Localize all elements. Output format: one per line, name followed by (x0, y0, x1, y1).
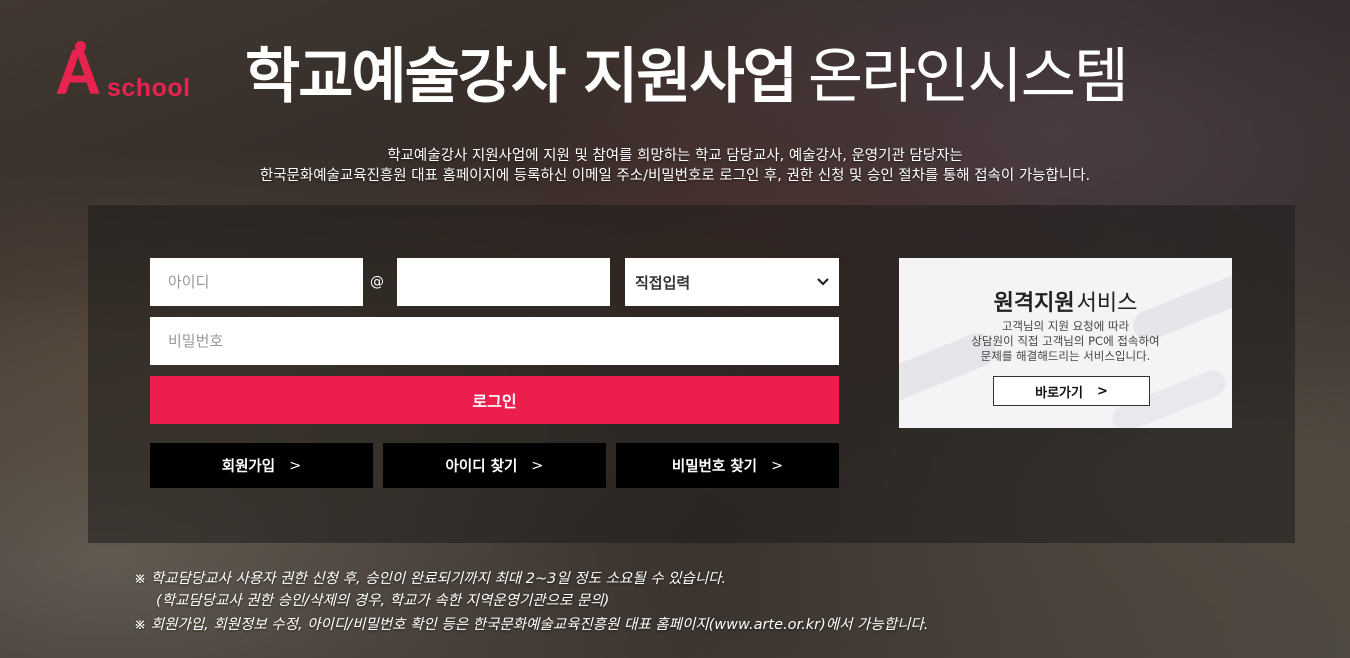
chevron-right-icon: > (770, 457, 784, 474)
join-button-label: 회원가입 (221, 459, 276, 475)
aschool-logo[interactable]: A school (55, 37, 225, 107)
password-input[interactable] (150, 317, 839, 365)
remote-support-go-label: 바로가기 (1035, 385, 1083, 401)
find-id-button[interactable]: 아이디 찾기 > (383, 443, 606, 488)
remote-title-bold: 원격지원 (993, 291, 1075, 316)
id-input[interactable] (150, 258, 363, 306)
join-button[interactable]: 회원가입 > (150, 443, 373, 488)
remote-desc-line-1: 고객님의 지원 요청에 따라 (1001, 319, 1130, 333)
remote-support-box: 원격지원서비스 고객님의 지원 요청에 따라 상담원이 직접 고객님의 PC에 … (899, 258, 1232, 428)
find-password-button-label: 비밀번호 찾기 (671, 459, 757, 475)
email-domain-input[interactable] (397, 258, 610, 306)
logo-word: school (107, 73, 191, 102)
title-bold: 학교예술강사 지원사업 (245, 42, 798, 112)
remote-desc-line-3: 문제를 해결해드리는 서비스입니다. (980, 349, 1151, 363)
remote-support-description: 고객님의 지원 요청에 따라 상담원이 직접 고객님의 PC에 접속하여 문제를… (899, 319, 1232, 364)
notice-line-2: ※ 회원가입, 회원정보 수정, 아이디/비밀번호 확인 등은 한국문화예술교육… (134, 617, 929, 633)
title-light: 온라인시스템 (807, 42, 1129, 112)
intro-line-2: 한국문화예술교육진흥원 대표 홈페이지에 등록하신 이메일 주소/비밀번호로 로… (259, 168, 1091, 184)
page: A school 학교예술강사 지원사업 온라인시스템 학교예술강사 지원사업에 … (0, 0, 1350, 658)
chevron-down-icon (817, 276, 829, 289)
email-domain-select-value: 직접입력 (635, 273, 691, 292)
chevron-right-icon: > (289, 457, 302, 474)
notice-line-1: ※ 학교담당교사 사용자 권한 신청 후, 승인이 완료되기까지 최대 2~3일… (134, 571, 727, 587)
notice-line-1-sub: (학교담당교사 권한 승인/삭제의 경우, 학교가 속한 지역운영기관으로 문의… (156, 593, 610, 609)
at-symbol: @ (370, 274, 384, 290)
remote-desc-line-2: 상담원이 직접 고객님의 PC에 접속하여 (971, 334, 1160, 348)
intro-line-1: 학교예술강사 지원사업에 지원 및 참여를 희망하는 학교 담당교사, 예술강사… (387, 148, 963, 164)
login-button[interactable]: 로그인 (150, 376, 839, 424)
chevron-right-icon: > (1096, 383, 1108, 399)
remote-title-normal: 서비스 (1076, 291, 1138, 316)
remote-support-go-button[interactable]: 바로가기 > (993, 376, 1150, 406)
intro-text: 학교예술강사 지원사업에 지원 및 참여를 희망하는 학교 담당교사, 예술강사… (0, 146, 1350, 186)
logo-dot (75, 40, 86, 52)
find-password-button[interactable]: 비밀번호 찾기 > (616, 443, 839, 488)
page-title: 학교예술강사 지원사업 온라인시스템 (245, 28, 1129, 115)
find-id-button-label: 아이디 찾기 (445, 459, 518, 475)
notice-text: ※ 학교담당교사 사용자 권한 신청 후, 승인이 완료되기까지 최대 2~3일… (134, 568, 928, 636)
email-domain-select[interactable]: 직접입력 (625, 258, 839, 306)
login-button-label: 로그인 (472, 392, 517, 411)
chevron-right-icon: > (531, 457, 544, 474)
header: A school 학교예술강사 지원사업 온라인시스템 (55, 28, 1129, 115)
remote-support-title: 원격지원서비스 (899, 285, 1232, 317)
